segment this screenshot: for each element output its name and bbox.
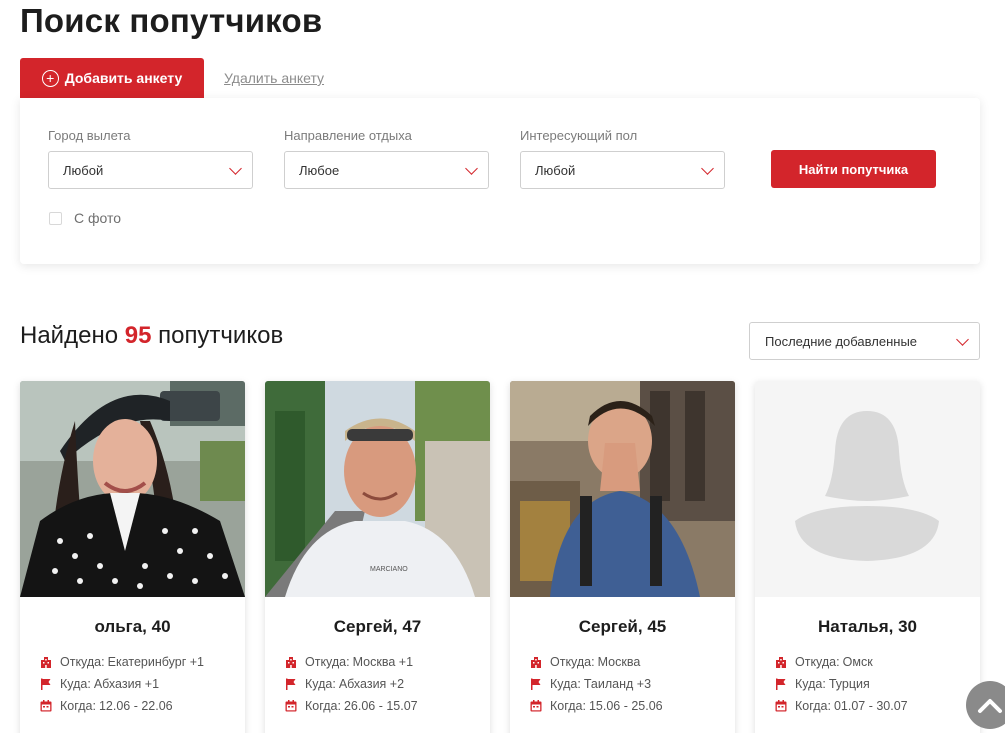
find-companion-button[interactable]: Найти попутчика	[771, 150, 936, 188]
flag-icon	[286, 678, 296, 690]
gender-select-value: Любой	[535, 162, 576, 178]
city-select[interactable]: Любой	[48, 151, 253, 189]
from-row: Откуда: Москва	[530, 651, 735, 673]
when-label: Когда:	[60, 699, 96, 713]
direction-select-value: Любое	[299, 162, 340, 178]
traveler-name: Наталья, 30	[817, 617, 918, 636]
with-photo-label[interactable]: С фото	[74, 210, 121, 226]
from-value: Екатеринбург +1	[107, 655, 204, 669]
placeholder-avatar-icon	[755, 381, 980, 597]
city-filter-label: Город вылета	[48, 128, 131, 143]
when-label: Когда:	[550, 699, 586, 713]
gender-select[interactable]: Любой	[520, 151, 725, 189]
chevron-up-icon	[978, 699, 1002, 713]
chevron-down-icon	[956, 333, 969, 346]
traveler-info: Откуда: Москва Куда: Таиланд +3 Когда: 1…	[530, 651, 735, 717]
from-row: Откуда: Екатеринбург +1	[40, 651, 245, 673]
chevron-down-icon	[701, 162, 714, 175]
direction-select[interactable]: Любое	[284, 151, 489, 189]
calendar-icon	[775, 700, 787, 712]
to-value: Абхазия +2	[338, 677, 405, 691]
when-row: Когда: 26.06 - 15.07	[285, 695, 490, 717]
direction-filter: Направление отдыха Любое	[284, 128, 489, 189]
flag-icon	[531, 678, 541, 690]
to-row: Куда: Абхазия +2	[285, 673, 490, 695]
traveler-photo	[20, 381, 245, 597]
to-value: Турция	[828, 677, 870, 691]
to-label: Куда:	[305, 677, 336, 691]
with-photo-option: С фото	[49, 210, 121, 226]
chevron-down-icon	[465, 162, 478, 175]
add-profile-button[interactable]: + Добавить анкету	[20, 58, 204, 98]
when-row: Когда: 01.07 - 30.07	[775, 695, 980, 717]
to-value: Абхазия +1	[93, 677, 160, 691]
traveler-name: Сергей, 45	[578, 617, 667, 636]
flag-icon	[776, 678, 786, 690]
traveler-photo	[510, 381, 735, 597]
from-label: Откуда:	[550, 655, 595, 669]
when-label: Когда:	[305, 699, 341, 713]
sort-select[interactable]: Последние добавленные	[749, 322, 980, 360]
results-count: Найдено 95 попутчиков	[20, 322, 283, 350]
to-label: Куда:	[795, 677, 826, 691]
direction-filter-label: Направление отдыха	[284, 128, 412, 143]
chevron-down-icon	[229, 162, 242, 175]
to-row: Куда: Таиланд +3	[530, 673, 735, 695]
calendar-icon	[40, 700, 52, 712]
calendar-icon	[285, 700, 297, 712]
traveler-card[interactable]: MARCIANO Сергей, 47 Откуда: Москва +1 Ку…	[265, 381, 490, 733]
results-suffix: попутчиков	[158, 322, 284, 349]
building-icon	[776, 657, 786, 668]
when-value: 01.07 - 30.07	[833, 699, 908, 713]
from-row: Откуда: Омск	[775, 651, 980, 673]
building-icon	[41, 657, 51, 668]
when-row: Когда: 15.06 - 25.06	[530, 695, 735, 717]
with-photo-checkbox[interactable]	[49, 211, 62, 225]
traveler-photo: MARCIANO	[265, 381, 490, 597]
plus-circle-icon: +	[41, 69, 59, 87]
traveler-info: Откуда: Москва +1 Куда: Абхазия +2 Когда…	[285, 651, 490, 717]
add-profile-label: Добавить анкету	[64, 70, 183, 86]
from-row: Откуда: Москва +1	[285, 651, 490, 673]
traveler-name: Сергей, 47	[333, 617, 422, 636]
when-value: 15.06 - 25.06	[588, 699, 663, 713]
when-label: Когда:	[795, 699, 831, 713]
calendar-icon	[530, 700, 542, 712]
flag-icon	[41, 678, 51, 690]
gender-filter-label: Интересующий пол	[520, 128, 638, 143]
to-row: Куда: Абхазия +1	[40, 673, 245, 695]
from-label: Откуда:	[305, 655, 350, 669]
results-number: 95	[124, 322, 152, 349]
city-filter: Город вылета Любой	[48, 128, 253, 189]
traveler-name: ольга, 40	[94, 617, 171, 636]
when-value: 26.06 - 15.07	[343, 699, 418, 713]
when-value: 12.06 - 22.06	[98, 699, 173, 713]
traveler-info: Откуда: Омск Куда: Турция Когда: 01.07 -…	[775, 651, 980, 717]
from-label: Откуда:	[795, 655, 840, 669]
sort-select-value: Последние добавленные	[765, 333, 918, 349]
to-label: Куда:	[60, 677, 91, 691]
delete-profile-link[interactable]: Удалить анкету	[224, 70, 324, 86]
traveler-card[interactable]: Наталья, 30 Откуда: Омск Куда: Турция Ко…	[755, 381, 980, 733]
traveler-card[interactable]: ольга, 40 Откуда: Екатеринбург +1 Куда: …	[20, 381, 245, 733]
building-icon	[531, 657, 541, 668]
to-label: Куда:	[550, 677, 581, 691]
from-label: Откуда:	[60, 655, 105, 669]
to-row: Куда: Турция	[775, 673, 980, 695]
gender-filter: Интересующий пол Любой	[520, 128, 725, 189]
profile-tabs: + Добавить анкету Удалить анкету	[20, 58, 324, 98]
page-title: Поиск попутчиков	[20, 2, 323, 39]
city-select-value: Любой	[63, 162, 104, 178]
filter-panel: Город вылета Любой Направление отдыха Лю…	[20, 98, 980, 264]
from-value: Москва +1	[352, 655, 414, 669]
svg-text:MARCIANO: MARCIANO	[370, 566, 408, 573]
when-row: Когда: 12.06 - 22.06	[40, 695, 245, 717]
from-value: Омск	[842, 655, 873, 669]
to-value: Таиланд +3	[583, 677, 652, 691]
building-icon	[286, 657, 296, 668]
traveler-info: Откуда: Екатеринбург +1 Куда: Абхазия +1…	[40, 651, 245, 717]
results-prefix: Найдено	[20, 322, 119, 349]
traveler-card[interactable]: Сергей, 45 Откуда: Москва Куда: Таиланд …	[510, 381, 735, 733]
from-value: Москва	[597, 655, 641, 669]
